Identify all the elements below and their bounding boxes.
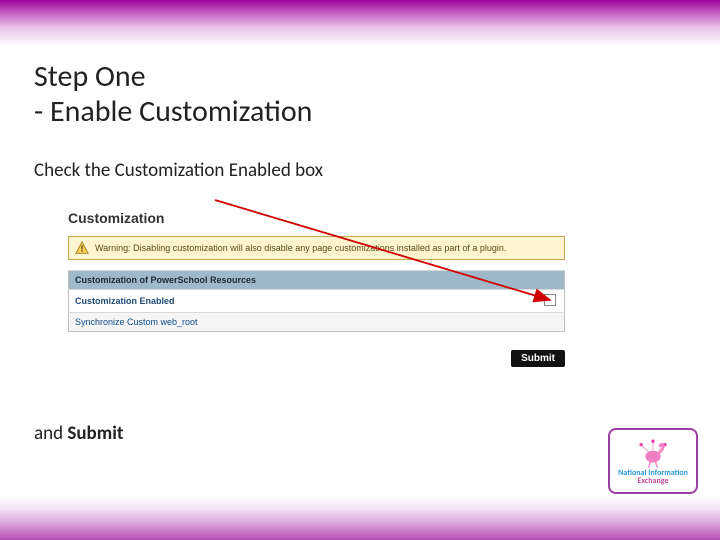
customization-enabled-checkbox[interactable]	[544, 294, 556, 306]
table-row: Customization Enabled	[69, 290, 565, 313]
slide-title-line1: Step One	[34, 60, 686, 95]
embedded-screenshot-panel: Customization Warning: Disabling customi…	[68, 210, 565, 367]
row-enabled-label: Customization Enabled	[69, 290, 470, 313]
instruction-top: Check the Customization Enabled box	[34, 159, 686, 182]
warning-text: Warning: Disabling customization will al…	[95, 243, 506, 253]
slide-title-line2: - Enable Customization	[34, 95, 686, 130]
customization-table: Customization of PowerSchool Resources C…	[68, 270, 565, 332]
submit-button[interactable]: Submit	[511, 350, 565, 367]
conference-badge: National Information Exchange	[608, 428, 698, 494]
warning-icon	[75, 241, 89, 255]
table-header-cell: Customization of PowerSchool Resources	[69, 271, 565, 290]
sync-web-root-link[interactable]: Synchronize Custom web_root	[75, 317, 198, 327]
instruction-bottom: and Submit	[34, 422, 123, 445]
instruction-bottom-prefix: and	[34, 422, 67, 445]
decorative-bottom-band	[0, 496, 720, 540]
warning-banner: Warning: Disabling customization will al…	[68, 236, 565, 260]
table-row: Synchronize Custom web_root	[69, 313, 565, 332]
badge-line2: Exchange	[637, 477, 668, 485]
flamingo-icon	[636, 439, 670, 469]
table-header-row: Customization of PowerSchool Resources	[69, 271, 565, 290]
slide-content: Step One - Enable Customization Check th…	[34, 60, 686, 182]
decorative-top-band	[0, 0, 720, 46]
panel-heading: Customization	[68, 210, 565, 226]
instruction-bottom-bold: Submit	[67, 422, 123, 445]
